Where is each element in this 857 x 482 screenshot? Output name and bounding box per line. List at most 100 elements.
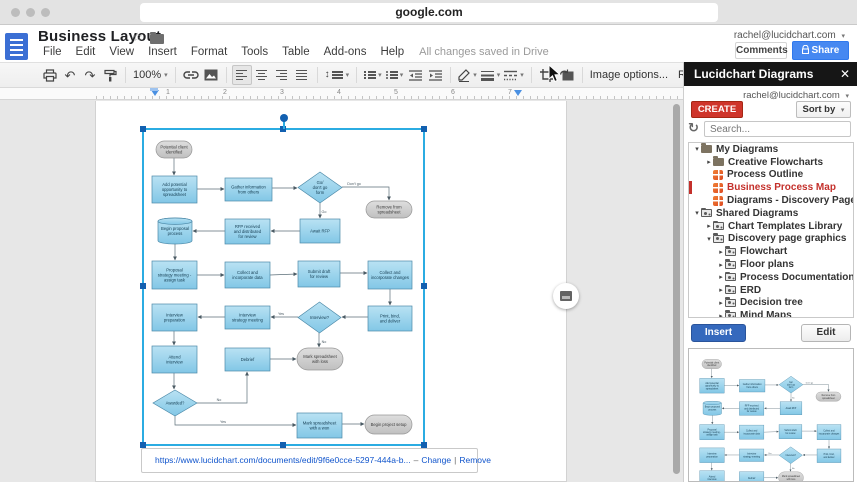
url-bar[interactable]: google.com	[140, 3, 718, 22]
docs-app-icon[interactable]	[5, 33, 28, 60]
right-margin-marker[interactable]	[514, 90, 522, 96]
remove-link[interactable]: Remove	[459, 455, 491, 465]
line-color-button[interactable]: ▾	[456, 65, 479, 85]
line-spacing-button[interactable]: ↕ ▾	[323, 65, 352, 85]
tree-item-my-diagrams[interactable]: ▾My Diagrams	[689, 143, 853, 156]
svg-text:Go/: Go/	[789, 382, 793, 384]
tree-item-diagrams-discovery-pages[interactable]: Diagrams - Discovery Pages	[689, 194, 853, 207]
sort-by-button[interactable]: Sort by ▾	[796, 101, 851, 118]
close-icon[interactable]: ✕	[840, 62, 850, 86]
lucidchart-document-icon	[713, 183, 723, 193]
tree-item-business-process-map[interactable]: Business Process Map	[689, 181, 853, 194]
expander-right-icon[interactable]: ▸	[705, 222, 713, 230]
tree-item-mind-maps[interactable]: ▸Mind Maps	[689, 309, 853, 318]
line-weight-icon	[481, 70, 494, 81]
create-button[interactable]: CREATE	[691, 101, 743, 118]
increase-indent-button[interactable]	[425, 65, 445, 85]
line-weight-button[interactable]: ▾	[479, 65, 503, 85]
numbered-list-button[interactable]: ▾	[362, 65, 384, 85]
line-dash-icon	[504, 70, 517, 81]
pencil-icon	[458, 69, 470, 82]
insert-comment-button[interactable]	[553, 283, 579, 309]
expander-down-icon[interactable]: ▾	[693, 145, 701, 153]
insert-button[interactable]: Insert	[691, 324, 746, 342]
insert-link-button[interactable]	[181, 65, 201, 85]
menu-item-table[interactable]: Table	[275, 46, 317, 61]
zoom-select[interactable]: 100% ▾	[131, 65, 170, 85]
change-link[interactable]: Change	[421, 455, 451, 465]
ruler-number: 4	[337, 89, 341, 96]
menu-item-edit[interactable]: Edit	[69, 46, 103, 61]
print-button[interactable]	[40, 65, 60, 85]
star-icon[interactable]: ☆	[132, 30, 143, 44]
justify-button[interactable]	[292, 65, 312, 85]
menu-item-insert[interactable]: Insert	[141, 46, 184, 61]
menu-item-help[interactable]: Help	[373, 46, 411, 61]
redo-button[interactable]: ↷	[80, 65, 100, 85]
svg-text:Begin proposal: Begin proposal	[705, 407, 721, 409]
rotation-stem	[283, 121, 285, 129]
decrease-indent-button[interactable]	[405, 65, 425, 85]
sidebar-account-email: rachel@lucidchart.com	[743, 90, 840, 101]
menu-item-tools[interactable]: Tools	[234, 46, 275, 61]
expander-right-icon[interactable]: ▸	[717, 286, 725, 294]
bulleted-list-button[interactable]: ▾	[384, 65, 406, 85]
tree-item-decision-tree[interactable]: ▸Decision tree	[689, 297, 853, 310]
selection-handle-nw[interactable]	[140, 126, 146, 132]
vertical-scrollbar[interactable]	[673, 104, 680, 474]
expander-right-icon[interactable]: ▸	[717, 261, 725, 269]
paint-format-button[interactable]	[100, 65, 120, 85]
expander-right-icon[interactable]: ▸	[717, 312, 725, 318]
window-close-button[interactable]	[11, 8, 20, 17]
image-options-button[interactable]: Image options...	[588, 65, 670, 85]
tree-item-erd[interactable]: ▸ERD	[689, 284, 853, 297]
tree-item-floor-plans[interactable]: ▸Floor plans	[689, 258, 853, 271]
selection-handle-w[interactable]	[140, 283, 146, 289]
menu-item-add-ons[interactable]: Add-ons	[317, 46, 374, 61]
window-minimize-button[interactable]	[26, 8, 35, 17]
edit-button[interactable]: Edit	[801, 324, 851, 342]
shared-folder-icon	[713, 222, 724, 230]
selection-handle-ne[interactable]	[421, 126, 427, 132]
account-menu[interactable]: rachel@lucidchart.com ▾	[734, 30, 845, 41]
svg-text:Don't go: Don't go	[806, 381, 814, 384]
align-left-button[interactable]	[232, 65, 252, 85]
move-folder-icon[interactable]	[150, 34, 164, 44]
refresh-icon[interactable]: ↻	[688, 120, 699, 136]
shared-folder-icon	[725, 273, 736, 281]
expander-right-icon[interactable]: ▸	[705, 158, 713, 166]
shared-folder-icon	[725, 286, 736, 294]
tree-item-label: Process Outline	[727, 169, 803, 180]
rotation-handle[interactable]	[280, 114, 288, 122]
image-link-url[interactable]: https://www.lucidchart.com/documents/edi…	[155, 455, 411, 465]
expander-down-icon[interactable]: ▾	[705, 235, 713, 243]
sidebar-account-menu[interactable]: rachel@lucidchart.com ▾	[743, 90, 849, 101]
align-right-button[interactable]	[272, 65, 292, 85]
menu-item-view[interactable]: View	[102, 46, 141, 61]
search-input[interactable]	[704, 121, 851, 137]
tree-item-shared-diagrams[interactable]: ▾Shared Diagrams	[689, 207, 853, 220]
lucidchart-document-icon	[713, 196, 723, 206]
diagram-preview-thumbnail: Don't goGoYesNoNoYesPotential clientiden…	[696, 354, 848, 482]
share-button[interactable]: Share	[792, 41, 849, 60]
window-zoom-button[interactable]	[41, 8, 50, 17]
selection-handle-e[interactable]	[421, 283, 427, 289]
line-dash-button[interactable]: ▾	[502, 65, 526, 85]
tree-item-creative-flowcharts[interactable]: ▸Creative Flowcharts	[689, 156, 853, 169]
expander-down-icon[interactable]: ▾	[693, 209, 701, 217]
tree-item-process-documentation[interactable]: ▸Process Documentation	[689, 271, 853, 284]
tree-item-chart-templates-library[interactable]: ▸Chart Templates Library	[689, 220, 853, 233]
expander-right-icon[interactable]: ▸	[717, 273, 725, 281]
align-center-button[interactable]	[252, 65, 272, 85]
tree-item-process-outline[interactable]: Process Outline	[689, 169, 853, 182]
comments-button[interactable]: Comments	[735, 42, 787, 59]
tree-item-flowchart[interactable]: ▸Flowchart	[689, 245, 853, 258]
expander-right-icon[interactable]: ▸	[717, 299, 725, 307]
undo-button[interactable]: ↶	[60, 65, 80, 85]
indent-marker[interactable]	[150, 88, 158, 91]
expander-right-icon[interactable]: ▸	[717, 248, 725, 256]
insert-image-button[interactable]	[201, 65, 221, 85]
menu-item-file[interactable]: File	[36, 46, 69, 61]
tree-item-discovery-page-graphics[interactable]: ▾Discovery page graphics	[689, 233, 853, 246]
menu-item-format[interactable]: Format	[184, 46, 234, 61]
